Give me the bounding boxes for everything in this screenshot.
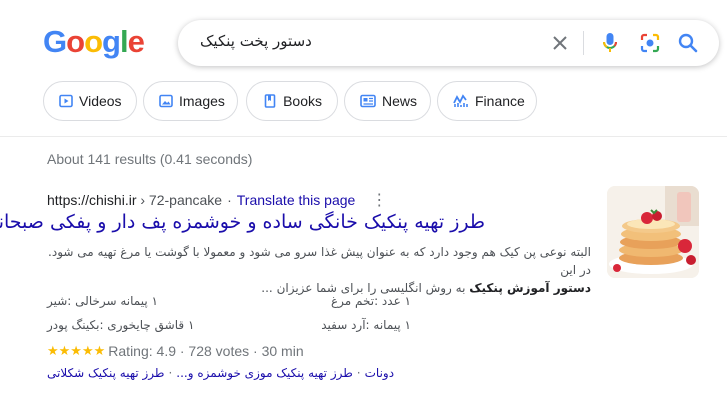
more-options-icon[interactable]: ⋮ — [371, 190, 387, 210]
chip-finance[interactable]: Finance — [437, 81, 537, 121]
play-icon — [59, 93, 73, 109]
header-divider — [0, 136, 727, 137]
chip-images[interactable]: Images — [143, 81, 238, 121]
clear-icon[interactable] — [548, 31, 572, 55]
result-sitelinks: دونات·طرز تهیه پنکیک موزی خوشمزه و...·طر… — [47, 366, 394, 380]
result-stats: About 141 results (0.41 seconds) — [47, 151, 253, 167]
pancake-image — [607, 186, 699, 278]
chip-label: Books — [283, 93, 322, 109]
result-title[interactable]: طرز تهیه پنکیک خانگی ساده و خوشمزه پف دا… — [0, 211, 485, 233]
chip-label: Finance — [475, 93, 525, 109]
result-snippet: البته نوعی پن کیک هم وجود دارد که به عنو… — [47, 243, 591, 297]
search-input[interactable]: دستور پخت پنکیک — [200, 32, 312, 50]
finance-chart-icon — [453, 93, 469, 109]
rating-text: Rating: 4.9 · 728 votes · 30 min — [108, 343, 304, 359]
ingredient-item: ۱ قاشق چایخوری :بکینگ پودر — [47, 318, 195, 332]
ingredient-item: ۱ عدد :تخم مرغ — [330, 294, 411, 308]
chip-label: Images — [179, 93, 225, 109]
result-rating: ★★★★★ Rating: 4.9 · 728 votes · 30 min — [47, 343, 304, 359]
search-bar[interactable]: دستور پخت پنکیک — [178, 20, 719, 66]
rating-stars-icon: ★★★★★ — [47, 343, 106, 358]
result-site[interactable]: https://chishi.ir — [47, 192, 136, 208]
sitelink-separator: · — [168, 366, 173, 380]
url-separator: · — [227, 192, 232, 208]
chip-news[interactable]: News — [344, 81, 431, 121]
news-icon — [360, 93, 376, 109]
search-divider — [583, 31, 584, 55]
logo-letter: G — [43, 24, 67, 59]
image-icon — [159, 93, 173, 109]
logo-letter: g — [102, 24, 121, 59]
microphone-icon[interactable] — [598, 31, 622, 55]
book-icon — [262, 93, 277, 109]
result-thumbnail[interactable] — [607, 186, 699, 278]
sitelink[interactable]: طرز تهیه پنکیک شکلاتی — [47, 366, 164, 380]
google-logo[interactable]: Google — [43, 24, 145, 60]
result-path[interactable]: › 72-pancake — [140, 192, 222, 208]
chip-label: Videos — [79, 93, 122, 109]
logo-letter: o — [84, 24, 103, 59]
ingredient-item: ۱ پیمانه سرخالی :شیر — [47, 294, 158, 308]
chip-videos[interactable]: Videos — [43, 81, 137, 121]
ingredient-item: ۱ پیمانه :آرد سفید — [321, 318, 411, 332]
logo-letter: e — [127, 24, 145, 59]
sitelink[interactable]: طرز تهیه پنکیک موزی خوشمزه و... — [176, 366, 352, 380]
result-url-line: https://chishi.ir › 72-pancake · Transla… — [47, 190, 387, 210]
snippet-ellipsis: ... — [261, 281, 273, 295]
chip-label: News — [382, 93, 418, 109]
sitelink-separator: · — [356, 366, 361, 380]
search-icon[interactable] — [676, 31, 700, 55]
camera-lens-icon[interactable] — [638, 31, 662, 55]
chip-books[interactable]: Books — [246, 81, 338, 121]
translate-link[interactable]: Translate this page — [237, 192, 356, 208]
snippet-text: به روش انگلیسی را برای شما عزیزان — [276, 281, 466, 295]
snippet-bold: دستور آموزش پنکیک — [469, 281, 591, 295]
sitelink[interactable]: دونات — [365, 366, 394, 380]
logo-letter: o — [66, 24, 85, 59]
logo-letter: l — [119, 24, 129, 59]
snippet-line: البته نوعی پن کیک هم وجود دارد که به عنو… — [48, 245, 591, 277]
